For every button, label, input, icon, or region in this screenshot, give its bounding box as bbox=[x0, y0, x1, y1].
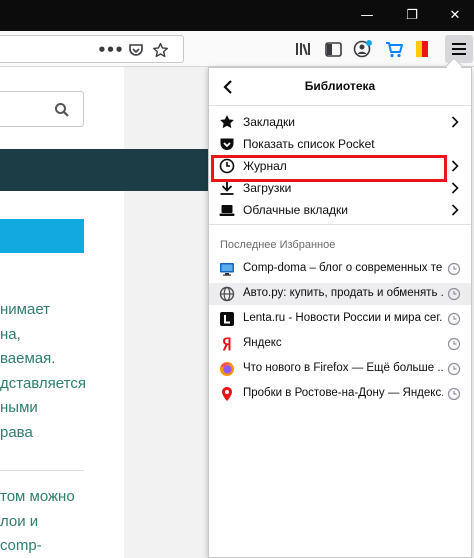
lenta-favicon-icon bbox=[219, 311, 235, 327]
menu-item-synced-tabs[interactable]: Облачные вкладки bbox=[209, 199, 471, 221]
chevron-right-icon bbox=[449, 158, 461, 174]
article-line: рава bbox=[0, 423, 33, 441]
article-line: на, bbox=[0, 325, 21, 343]
recent-item[interactable]: Lenta.ru - Новости России и мира сег... bbox=[209, 308, 471, 330]
article-text-block: нимает на, ваемая. дставляется ными рава bbox=[0, 298, 124, 445]
menu-item-label: Облачные вкладки bbox=[243, 203, 348, 217]
yandex-favicon-icon bbox=[219, 336, 235, 352]
cart-icon[interactable] bbox=[381, 36, 407, 62]
chevron-right-icon bbox=[449, 114, 461, 130]
download-icon bbox=[219, 180, 235, 196]
article-text-block: том можно лои и comp- bbox=[0, 485, 124, 558]
recent-item[interactable]: Пробки в Ростове-на-Дону — Яндекс.... bbox=[209, 383, 471, 405]
clock-icon bbox=[447, 312, 461, 326]
monitor-favicon-icon bbox=[219, 261, 235, 277]
page-actions-icon[interactable]: ••• bbox=[97, 39, 124, 61]
recent-item-label: Авто.ру: купить, продать и обменять ... bbox=[243, 287, 443, 299]
article-line: ными bbox=[0, 399, 38, 416]
account-icon[interactable] bbox=[350, 36, 376, 62]
menu-item-pocket-list[interactable]: Показать список Pocket bbox=[209, 133, 471, 155]
flag-icon[interactable] bbox=[409, 36, 435, 62]
synced-tabs-icon bbox=[219, 202, 235, 218]
article-line: дставляется bbox=[0, 374, 86, 392]
bookmark-star-icon[interactable] bbox=[149, 39, 171, 61]
library-icon[interactable] bbox=[291, 36, 317, 62]
page-accent-bar[interactable] bbox=[0, 219, 84, 253]
web-page-content: нимает на, ваемая. дставляется ными рава… bbox=[0, 67, 208, 558]
firefox-favicon-icon bbox=[219, 361, 235, 377]
history-highlight-box bbox=[211, 155, 447, 182]
clock-icon bbox=[447, 262, 461, 276]
clock-icon bbox=[447, 337, 461, 351]
recent-item-label: Пробки в Ростове-на-Дону — Яндекс.... bbox=[243, 387, 443, 399]
divider bbox=[209, 224, 471, 225]
recent-item[interactable]: Comp-doma – блог о современных те... bbox=[209, 258, 471, 280]
clock-icon bbox=[447, 287, 461, 301]
article-line: лои и bbox=[0, 512, 39, 530]
recent-item[interactable]: Авто.ру: купить, продать и обменять ... bbox=[209, 283, 471, 305]
sidebar-icon[interactable] bbox=[320, 36, 346, 62]
minimize-button[interactable]: — bbox=[344, 0, 390, 31]
recent-item[interactable]: Яндекс bbox=[209, 333, 471, 355]
panel-title: Библиотека bbox=[304, 79, 376, 93]
article-line: нимает bbox=[0, 301, 51, 318]
menu-item-label: Загрузки bbox=[243, 181, 292, 195]
search-icon[interactable] bbox=[54, 102, 70, 118]
map-pin-favicon-icon bbox=[219, 386, 235, 402]
menu-item-label: Закладки bbox=[243, 115, 295, 129]
library-panel: Библиотека Закладки Показать список Pock… bbox=[208, 67, 472, 558]
article-line: том можно bbox=[0, 488, 75, 505]
article-line: comp- bbox=[0, 537, 42, 554]
page-header-band bbox=[0, 149, 208, 191]
recent-item-label: Яндекс bbox=[243, 337, 282, 349]
title-bar: — ❐ ✕ bbox=[0, 0, 474, 31]
recent-item-label: Lenta.ru - Новости России и мира сег... bbox=[243, 312, 443, 324]
pocket-icon[interactable] bbox=[125, 39, 147, 61]
menu-item-bookmarks[interactable]: Закладки bbox=[209, 111, 471, 133]
clock-icon bbox=[447, 387, 461, 401]
menu-item-label: Показать список Pocket bbox=[243, 137, 375, 151]
panel-header: Библиотека bbox=[209, 68, 471, 104]
recent-item-label: Comp-doma – блог о современных те... bbox=[243, 262, 443, 274]
chevron-right-icon bbox=[449, 180, 461, 196]
close-window-button[interactable]: ✕ bbox=[432, 0, 474, 31]
site-search-box[interactable] bbox=[0, 91, 84, 127]
star-icon bbox=[219, 114, 235, 130]
pocket-icon bbox=[219, 136, 235, 152]
recent-item[interactable]: Что нового в Firefox — Ещё больше ... bbox=[209, 358, 471, 380]
recent-item-label: Что нового в Firefox — Ещё больше ... bbox=[243, 362, 443, 374]
article-line: ваемая. bbox=[0, 350, 56, 367]
recent-section-title: Последнее Избранное bbox=[220, 239, 336, 251]
article-divider bbox=[0, 470, 84, 471]
menu-icon[interactable] bbox=[445, 35, 473, 63]
chevron-right-icon bbox=[449, 202, 461, 218]
navigation-toolbar: ••• bbox=[0, 31, 474, 67]
globe-favicon-icon bbox=[219, 286, 235, 302]
divider bbox=[209, 105, 471, 106]
maximize-button[interactable]: ❐ bbox=[389, 0, 435, 31]
url-bar[interactable]: ••• bbox=[0, 35, 184, 63]
clock-icon bbox=[447, 362, 461, 376]
